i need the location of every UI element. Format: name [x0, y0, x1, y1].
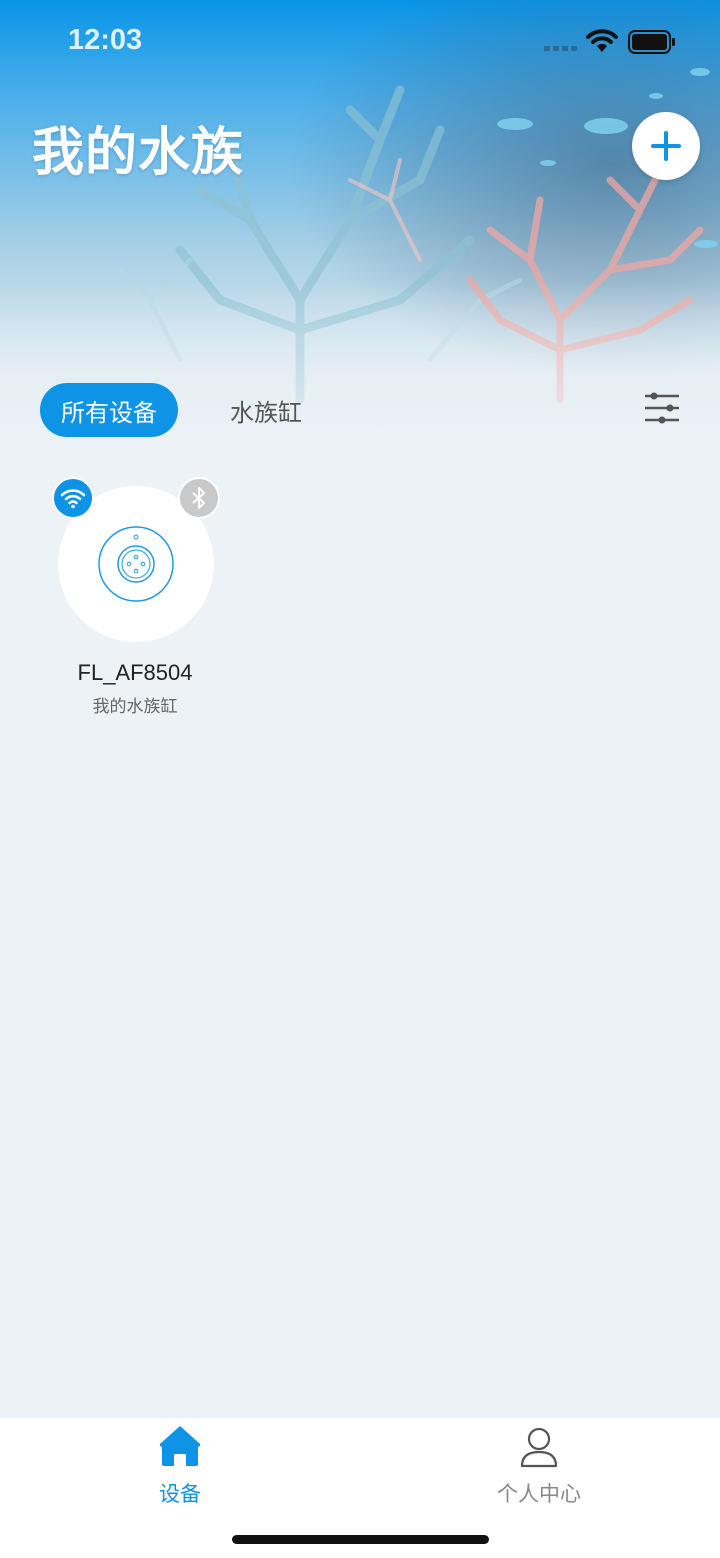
plus-icon [651, 131, 681, 161]
device-name: FL_AF8504 [77, 660, 193, 685]
person-icon [520, 1427, 558, 1468]
nav-profile[interactable]: 个人中心 [469, 1426, 609, 1506]
wifi-icon [60, 489, 86, 509]
cellular-signal-icon [544, 46, 577, 51]
nav-devices-label: 设备 [159, 1482, 201, 1506]
nav-profile-label: 个人中心 [497, 1482, 581, 1506]
status-time: 12:03 [68, 24, 143, 56]
home-icon [160, 1426, 200, 1466]
device-location: 我的水族缸 [92, 697, 178, 717]
wifi-status-icon [586, 29, 618, 52]
tab-all-devices[interactable]: 所有设备 [40, 383, 178, 437]
add-device-button[interactable] [632, 112, 700, 180]
page-title: 我的水族 [32, 123, 245, 183]
filter-settings-icon[interactable] [642, 388, 682, 428]
bluetooth-badge [178, 477, 220, 519]
status-bar: 12:03 [0, 0, 720, 84]
aquarium-device-icon [98, 526, 174, 602]
nav-devices[interactable]: 设备 [110, 1426, 250, 1506]
battery-icon [628, 30, 675, 54]
wifi-connected-badge [52, 477, 94, 519]
device-card[interactable]: FL_AF8504 我的水族缸 [50, 474, 222, 724]
bluetooth-icon [192, 487, 205, 509]
home-indicator [232, 1535, 489, 1544]
tab-aquarium[interactable]: 水族缸 [230, 383, 302, 437]
